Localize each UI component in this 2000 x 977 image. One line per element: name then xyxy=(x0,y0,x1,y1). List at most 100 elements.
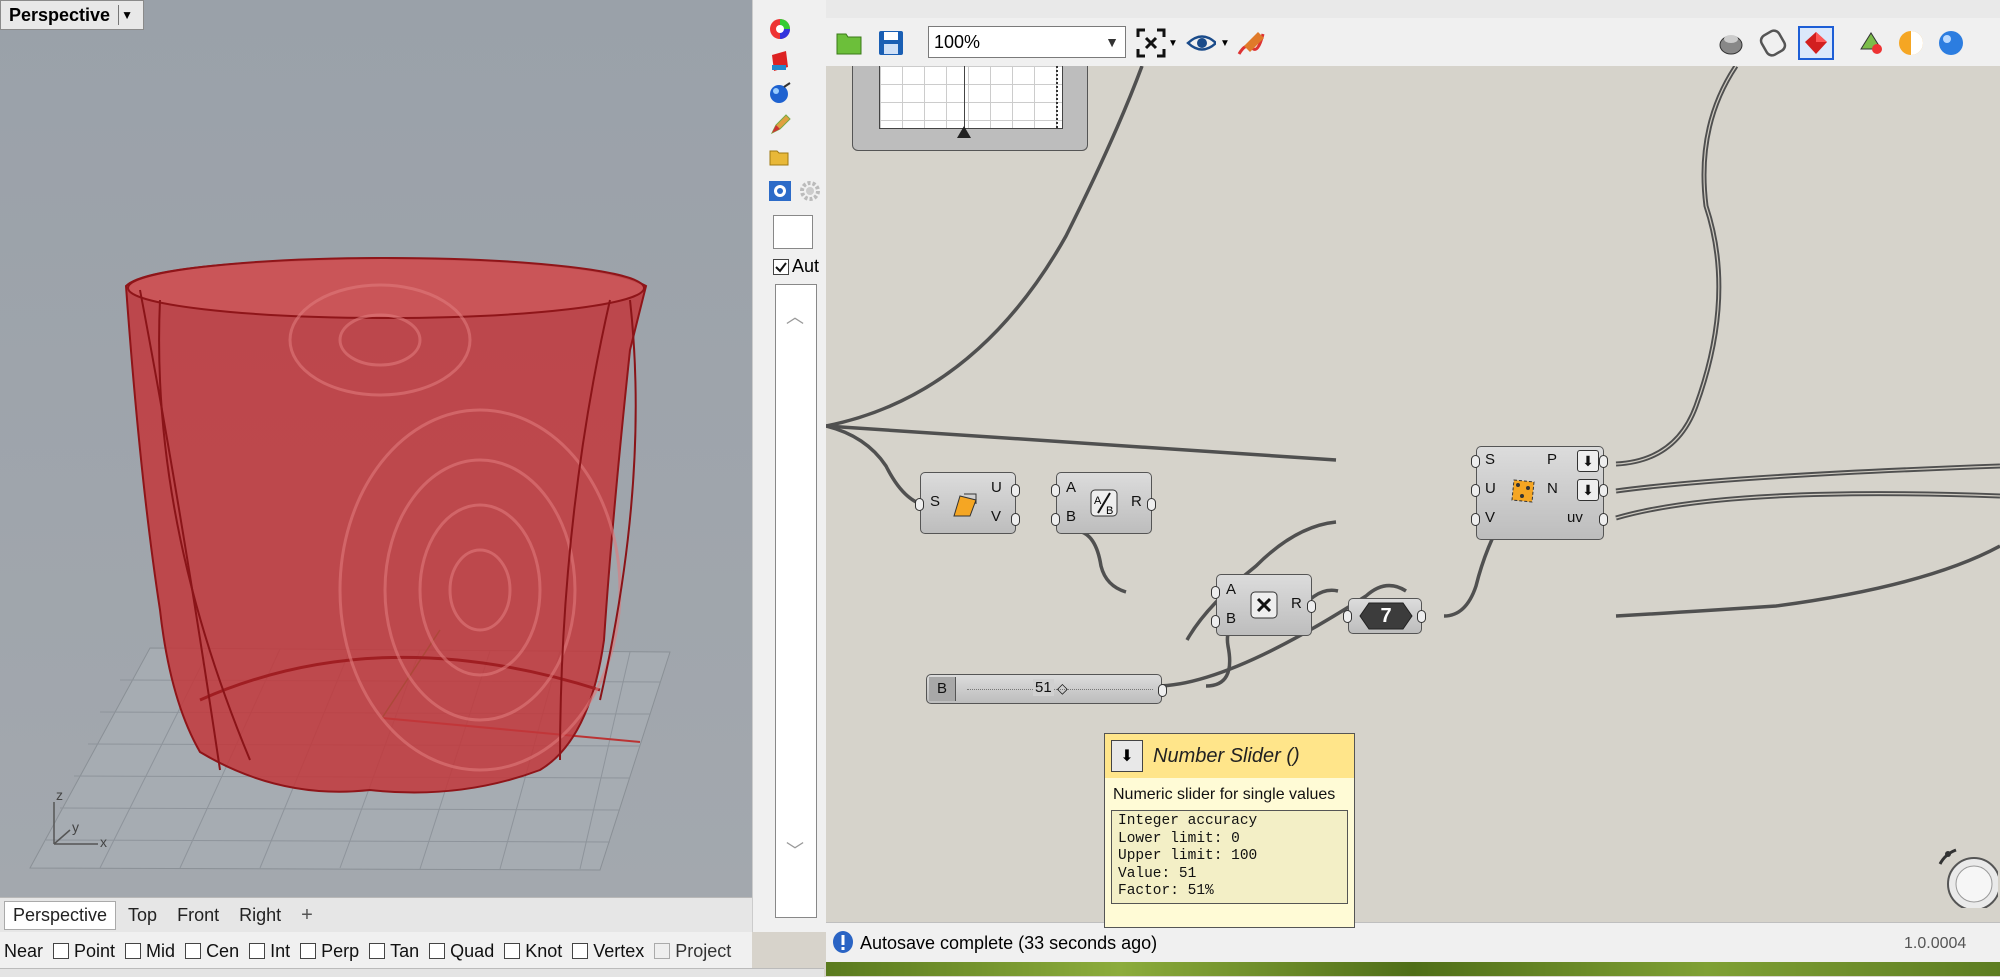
preview-dropdown-icon[interactable]: ▼ xyxy=(1218,28,1232,58)
port-uv: uv xyxy=(1567,509,1583,526)
tab-top[interactable]: Top xyxy=(120,902,165,929)
osnap-tan-checkbox[interactable] xyxy=(369,943,386,959)
osnap-vertex-checkbox[interactable] xyxy=(572,943,589,959)
viewport-title[interactable]: Perspective ▼ xyxy=(0,0,145,30)
osnap-vertex-label: Vertex xyxy=(593,940,645,961)
number-param-component[interactable]: 7 xyxy=(1348,598,1422,634)
display-mesh-icon[interactable] xyxy=(1856,28,1886,58)
osnap-int-checkbox[interactable] xyxy=(249,943,266,959)
tooltip-detail-line: Upper limit: 100 xyxy=(1118,848,1258,864)
osnap-project[interactable]: Project xyxy=(654,941,731,962)
osnap-tan[interactable]: Tan xyxy=(369,941,419,962)
output-grip[interactable] xyxy=(1417,610,1426,623)
division-component[interactable]: A B R AB xyxy=(1056,472,1152,534)
tab-front[interactable]: Front xyxy=(169,902,227,929)
deconstruct-domain-component[interactable]: S U V xyxy=(920,472,1016,534)
info-icon xyxy=(832,930,854,954)
graph-mapper[interactable] xyxy=(852,66,1088,151)
input-grip[interactable] xyxy=(1343,610,1352,623)
domain-icon xyxy=(949,489,979,519)
osnap-vertex[interactable]: Vertex xyxy=(572,941,644,962)
osnap-int[interactable]: Int xyxy=(249,941,290,962)
osnap-cen[interactable]: Cen xyxy=(185,941,239,962)
input-grip[interactable] xyxy=(915,498,924,511)
multiplication-component[interactable]: A B R xyxy=(1216,574,1312,636)
rhino-window: z y x Perspective ▼ Perspective Top Fron… xyxy=(0,0,824,977)
preview-window-icon[interactable] xyxy=(767,178,793,204)
osnap-knot[interactable]: Knot xyxy=(504,941,562,962)
osnap-point-label: Point xyxy=(74,940,116,961)
osnap-point[interactable]: Point xyxy=(53,941,115,962)
slider-grip-icon[interactable]: ◇ xyxy=(1057,680,1068,697)
graph-mapper-handle[interactable] xyxy=(957,126,971,138)
input-grip[interactable] xyxy=(1471,513,1480,526)
preview-mesh-icon[interactable] xyxy=(1758,28,1788,58)
zoom-select[interactable]: 100% ▼ xyxy=(928,26,1126,58)
auto-checkbox[interactable] xyxy=(773,258,789,275)
output-grip[interactable] xyxy=(1011,484,1020,497)
viewport-menu-chevron-icon[interactable]: ▼ xyxy=(118,5,135,25)
scroll-down-icon[interactable]: ﹀ xyxy=(786,837,804,863)
osnap-cen-checkbox[interactable] xyxy=(185,943,202,959)
auto-checkbox-row[interactable]: Aut xyxy=(773,256,819,277)
folder-open-icon[interactable] xyxy=(767,144,793,170)
input-grip[interactable] xyxy=(1211,615,1220,628)
preview-wireframe-icon[interactable] xyxy=(1716,28,1746,58)
canvas-navigation-icon[interactable] xyxy=(1934,844,2000,911)
color-wheel-icon[interactable] xyxy=(767,16,793,42)
sphere-display-icon[interactable] xyxy=(767,80,793,106)
osnap-knot-checkbox[interactable] xyxy=(504,943,521,959)
preview-sphere-icon[interactable] xyxy=(1936,28,1966,58)
flatten-down-icon[interactable]: ⬇ xyxy=(1577,450,1599,472)
flatten-down-icon[interactable]: ⬇ xyxy=(1577,479,1599,501)
osnap-mid-checkbox[interactable] xyxy=(125,943,142,959)
gear-icon[interactable] xyxy=(797,178,823,204)
save-file-icon[interactable] xyxy=(876,28,906,58)
output-grip[interactable] xyxy=(1307,600,1316,613)
material-sphere-icon[interactable] xyxy=(1896,28,1926,58)
zoom-extents-icon[interactable] xyxy=(1136,28,1166,58)
osnap-quad[interactable]: Quad xyxy=(429,941,494,962)
tab-perspective[interactable]: Perspective xyxy=(4,900,117,930)
evaluate-surface-component[interactable]: S U V P N uv ⬇ ⬇ xyxy=(1476,446,1604,540)
sketch-pen-icon[interactable] xyxy=(1236,28,1266,58)
input-grip[interactable] xyxy=(1051,484,1060,497)
gh-canvas[interactable]: S U V A B R AB A B R 7 S U V P N uv ⬇ ⬇ … xyxy=(826,66,2000,922)
input-grip[interactable] xyxy=(1051,513,1060,526)
osnap-project-label: Project xyxy=(675,940,732,961)
osnap-project-checkbox[interactable] xyxy=(654,943,671,959)
input-grip[interactable] xyxy=(1471,484,1480,497)
output-grip[interactable] xyxy=(1147,498,1156,511)
perspective-viewport[interactable]: z y x Perspective ▼ xyxy=(0,0,752,897)
param-value: 7 xyxy=(1380,604,1392,627)
add-viewport-tab-button[interactable]: + xyxy=(293,901,321,930)
division-icon: AB xyxy=(1089,488,1119,518)
zoom-extents-dropdown-icon[interactable]: ▼ xyxy=(1166,28,1180,58)
osnap-perp-checkbox[interactable] xyxy=(300,943,317,959)
osnap-quad-checkbox[interactable] xyxy=(429,943,446,959)
output-grip[interactable] xyxy=(1599,513,1608,526)
layer-list[interactable]: ︿ ﹀ xyxy=(775,284,817,918)
input-grip[interactable] xyxy=(1471,455,1480,468)
output-grip[interactable] xyxy=(1599,484,1608,497)
preview-eye-icon[interactable] xyxy=(1186,28,1216,58)
tab-right[interactable]: Right xyxy=(231,902,289,929)
preview-shaded-button[interactable] xyxy=(1798,26,1834,60)
output-grip[interactable] xyxy=(1599,455,1608,468)
osnap-near[interactable]: Near xyxy=(4,941,43,962)
open-file-icon[interactable] xyxy=(834,28,864,58)
pencil-icon[interactable] xyxy=(767,112,793,138)
scroll-up-icon[interactable]: ︿ xyxy=(786,303,804,329)
axis-x-label: x xyxy=(100,834,107,850)
color-swatch[interactable] xyxy=(773,215,813,249)
output-grip[interactable] xyxy=(1011,513,1020,526)
paint-bucket-icon[interactable] xyxy=(767,48,793,74)
osnap-point-checkbox[interactable] xyxy=(53,943,70,959)
input-grip[interactable] xyxy=(1211,586,1220,599)
number-slider[interactable]: B 51 ◇ xyxy=(926,674,1162,704)
osnap-perp[interactable]: Perp xyxy=(300,941,359,962)
output-grip[interactable] xyxy=(1158,684,1167,697)
gh-side-toolbar: Aut ︿ ﹀ xyxy=(752,0,827,932)
osnap-mid[interactable]: Mid xyxy=(125,941,175,962)
gh-title-strip xyxy=(826,0,2000,19)
